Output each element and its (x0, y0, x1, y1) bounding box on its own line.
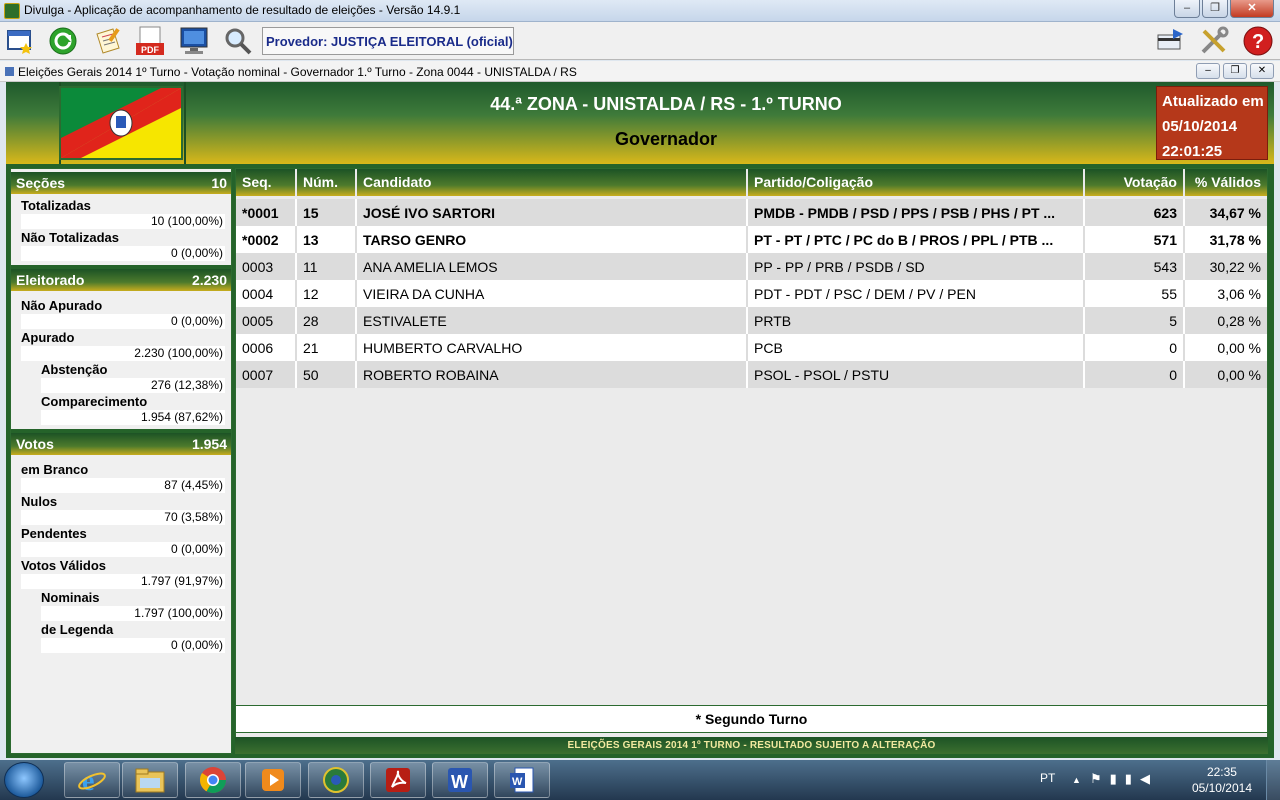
table-row[interactable]: 0007 50 ROBERTO ROBAINA PSOL - PSOL / PS… (236, 361, 1267, 388)
media-player-icon[interactable] (245, 762, 301, 798)
word-doc-icon[interactable]: W (494, 762, 550, 798)
comparecimento-label: Comparecimento (41, 394, 148, 409)
word-icon[interactable]: W (432, 762, 488, 798)
col-partido[interactable]: Partido/Coligação (748, 169, 1085, 196)
taskbar: e W W PT ▲ ⚑▮▮◀ 22:35 05/10/2014 (0, 760, 1280, 800)
card-icon[interactable] (1154, 25, 1186, 57)
rs-flag-icon (59, 86, 183, 160)
col-votacao[interactable]: Votação (1085, 169, 1185, 196)
table-row[interactable]: *0002 13 TARSO GENRO PT - PT / PTC / PC … (236, 226, 1267, 253)
abstencao-label: Abstenção (41, 362, 108, 377)
search-icon[interactable] (222, 25, 254, 57)
col-candidato[interactable]: Candidato (357, 169, 748, 196)
nao-totalizadas-label: Não Totalizadas (21, 230, 120, 245)
start-button[interactable] (4, 762, 44, 798)
doc-minimize-button[interactable]: – (1196, 63, 1220, 79)
office-title: Governador (614, 129, 718, 149)
comparecimento-value: 1.954 (87,62%) (41, 410, 225, 425)
col-seq[interactable]: Seq. (236, 169, 297, 196)
updated-label: Atualizado em (1162, 93, 1264, 110)
votos-header: Votos 1.954 (11, 433, 231, 455)
summary-panel: Seções 10 Totalizadas 10 (100,00%) Não To… (10, 168, 232, 754)
clock-date: 05/10/2014 (1191, 781, 1252, 795)
table-header: Seq. Núm. Candidato Partido/Coligação Vo… (236, 169, 1267, 196)
explorer-icon[interactable] (122, 762, 178, 798)
window-title-bar: Divulga - Aplicação de acompanhamento de… (0, 0, 1280, 22)
zone-title: 44.ª ZONA - UNISTALDA / RS - 1.º TURNO (490, 94, 842, 114)
tools-icon[interactable] (1198, 25, 1230, 57)
votos-validos-value: 1.797 (91,97%) (21, 574, 225, 589)
table-row[interactable]: *0001 15 JOSÉ IVO SARTORI PMDB - PMDB / … (236, 199, 1267, 226)
chrome-icon[interactable] (185, 762, 241, 798)
show-desktop-button[interactable] (1266, 760, 1280, 800)
nao-apurado-value: 0 (0,00%) (21, 314, 225, 329)
toolbar: PDF Provedor: JUSTIÇA ELEITORAL (oficial… (0, 22, 1280, 60)
table-row[interactable]: 0005 28 ESTIVALETE PRTB 5 0,28 % (236, 307, 1267, 334)
divulga-icon[interactable] (308, 762, 364, 798)
col-validos[interactable]: % Válidos (1185, 169, 1267, 196)
nominais-value: 1.797 (100,00%) (41, 606, 225, 621)
tray-icons[interactable]: ⚑▮▮◀ (1090, 771, 1158, 787)
apurado-value: 2.230 (100,00%) (21, 346, 225, 361)
language-indicator[interactable]: PT (1040, 771, 1055, 785)
nao-totalizadas-value: 0 (0,00%) (21, 246, 225, 261)
nominais-label: Nominais (41, 590, 100, 605)
svg-text:?: ? (1252, 31, 1264, 53)
maximize-button[interactable]: ❐ (1202, 0, 1228, 18)
new-window-icon[interactable] (4, 25, 36, 57)
updated-time: 22:01:25 (1162, 143, 1223, 160)
eleitorado-header: Eleitorado 2.230 (11, 269, 231, 291)
results-header: 44.ª ZONA - UNISTALDA / RS - 1.º TURNO G… (6, 82, 1274, 164)
nulos-value: 70 (3,58%) (21, 510, 225, 525)
candidates-table: Seq. Núm. Candidato Partido/Coligação Vo… (235, 168, 1268, 738)
second-round-note: * Segundo Turno (235, 705, 1268, 733)
system-tray: PT ▲ ⚑▮▮◀ 22:35 05/10/2014 (1030, 760, 1280, 800)
totalizadas-label: Totalizadas (21, 198, 91, 213)
branco-label: em Branco (21, 462, 89, 477)
document-title-bar: Eleições Gerais 2014 1º Turno - Votação … (0, 61, 1280, 82)
help-icon[interactable]: ? (1242, 25, 1274, 57)
clock-time: 22:35 (1206, 765, 1237, 779)
secoes-header: Seções 10 (11, 172, 231, 194)
table-row[interactable]: 0006 21 HUMBERTO CARVALHO PCB 0 0,00 % (236, 334, 1267, 361)
doc-restore-button[interactable]: ❐ (1223, 63, 1247, 79)
results-frame: 44.ª ZONA - UNISTALDA / RS - 1.º TURNO G… (6, 82, 1274, 758)
report-icon[interactable] (92, 25, 124, 57)
clock[interactable]: 22:35 05/10/2014 (1192, 764, 1252, 796)
abstencao-value: 276 (12,38%) (41, 378, 225, 393)
document-icon (5, 67, 14, 76)
pendentes-label: Pendentes (21, 526, 87, 541)
table-row[interactable]: 0004 12 VIEIRA DA CUNHA PDT - PDT / PSC … (236, 280, 1267, 307)
table-row[interactable]: 0003 11 ANA AMELIA LEMOS PP - PP / PRB /… (236, 253, 1267, 280)
updated-date: 05/10/2014 (1162, 118, 1238, 135)
totalizadas-value: 10 (100,00%) (21, 214, 225, 229)
legenda-label: de Legenda (41, 622, 114, 637)
provider-label: Provedor: JUSTIÇA ELEITORAL (oficial) (262, 27, 514, 55)
results-footer: ELEIÇÕES GERAIS 2014 1º TURNO - RESULTAD… (235, 737, 1268, 754)
window-title: Divulga - Aplicação de acompanhamento de… (24, 3, 461, 17)
monitor-icon[interactable] (178, 25, 210, 57)
pendentes-value: 0 (0,00%) (21, 542, 225, 557)
refresh-icon[interactable] (47, 25, 79, 57)
document-title: Eleições Gerais 2014 1º Turno - Votação … (18, 65, 577, 79)
nulos-label: Nulos (21, 494, 58, 509)
minimize-button[interactable]: – (1174, 0, 1200, 18)
show-hidden-icons-icon[interactable]: ▲ (1072, 775, 1081, 785)
branco-value: 87 (4,45%) (21, 478, 225, 493)
ie-icon[interactable]: e (64, 762, 120, 798)
app-icon (4, 3, 20, 19)
apurado-label: Apurado (21, 330, 75, 345)
col-num[interactable]: Núm. (297, 169, 357, 196)
svg-text:W: W (451, 772, 468, 792)
acrobat-icon[interactable] (370, 762, 426, 798)
votos-validos-label: Votos Válidos (21, 558, 106, 573)
svg-text:PDF: PDF (141, 45, 160, 55)
nao-apurado-label: Não Apurado (21, 298, 103, 313)
updated-box: Atualizado em 05/10/2014 22:01:25 (1156, 86, 1268, 160)
pdf-icon[interactable]: PDF (134, 25, 166, 57)
close-button[interactable]: ✕ (1230, 0, 1274, 18)
svg-text:W: W (512, 776, 523, 788)
doc-close-button[interactable]: ✕ (1250, 63, 1274, 79)
legenda-value: 0 (0,00%) (41, 638, 225, 653)
